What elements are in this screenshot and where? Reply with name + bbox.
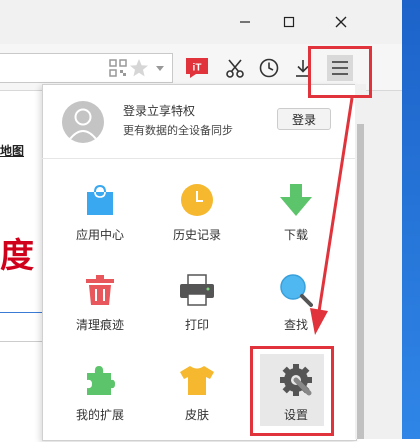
annotation-arrow (310, 97, 354, 335)
